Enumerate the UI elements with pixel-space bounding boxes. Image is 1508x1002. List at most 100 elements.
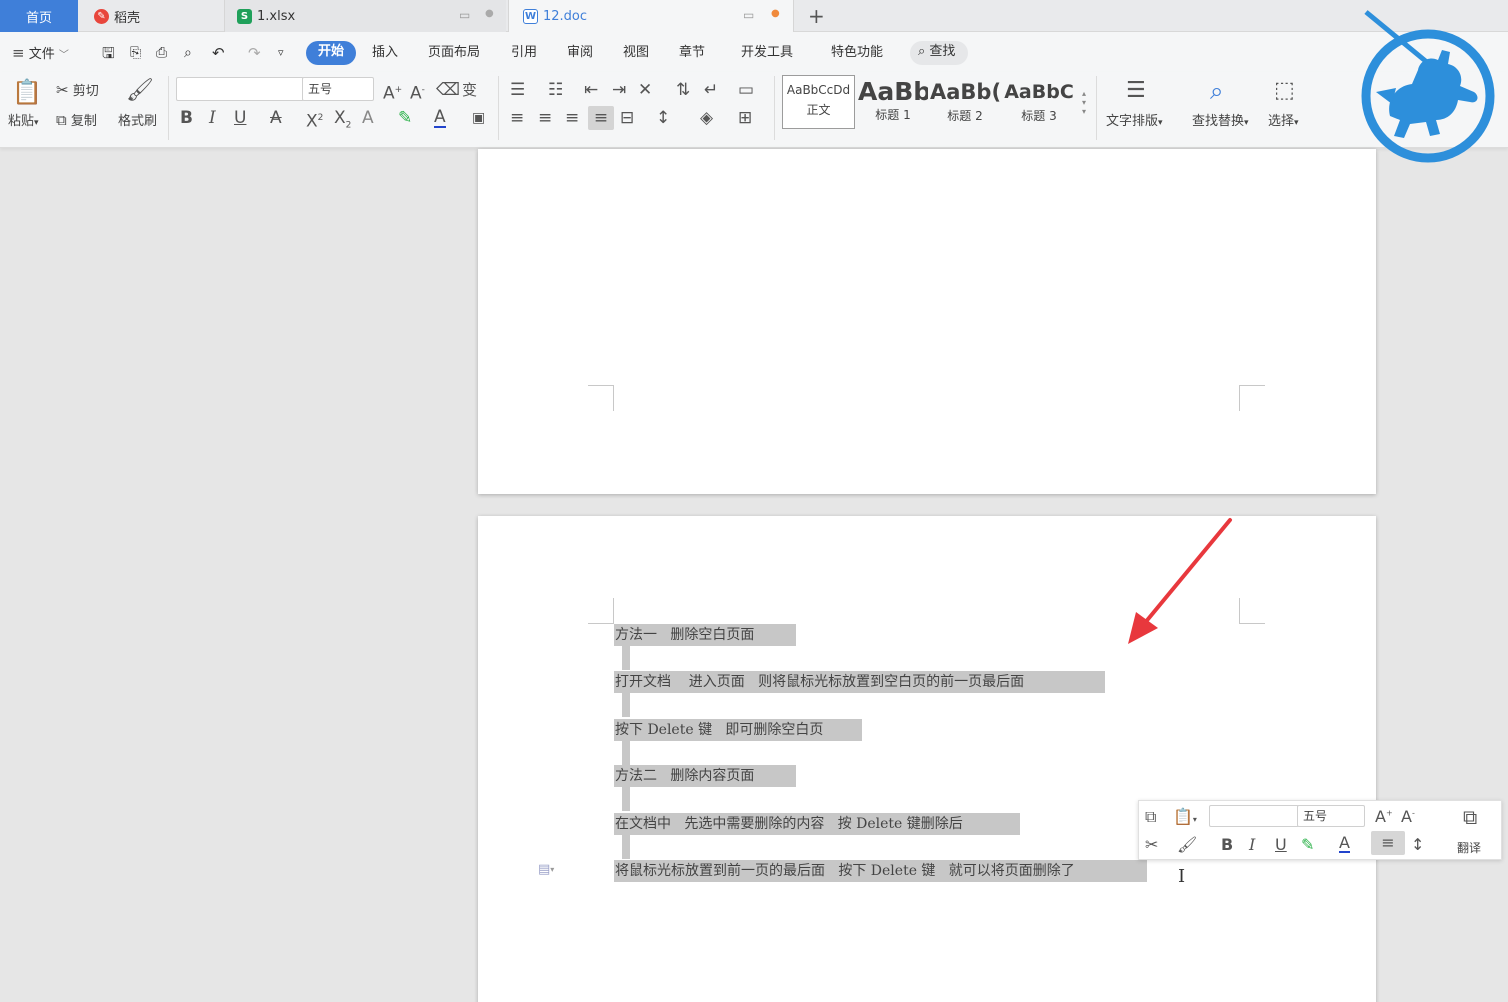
menu-tab-section[interactable]: 章节 (679, 42, 705, 64)
justify-icon[interactable]: ≡ (588, 106, 614, 130)
highlight-icon[interactable]: ✎ (398, 108, 412, 128)
doc-line[interactable]: 将鼠标光标放置到前一页的最后面 按下 Delete 键 就可以将页面删除了 (614, 860, 1147, 882)
align-center-icon[interactable]: ≡ (538, 108, 552, 128)
table-icon[interactable]: ▭ (738, 80, 754, 100)
style-heading-3[interactable]: AaBbC 标题 3 (1003, 75, 1075, 129)
align-right-icon[interactable]: ≡ (565, 108, 579, 128)
find-replace-button[interactable]: 查找替换▾ (1192, 110, 1249, 129)
print-preview-icon[interactable]: ⌕ (184, 42, 192, 64)
shading-icon[interactable]: ◈ (700, 108, 713, 128)
format-painter-icon[interactable]: 🖌 (126, 78, 154, 104)
sort-icon[interactable]: ⇅ (676, 80, 690, 100)
paste-icon[interactable]: 📋▾ (1173, 807, 1197, 826)
paste-icon[interactable]: 📋 (12, 78, 42, 106)
text-layout-button[interactable]: 文字排版▾ (1106, 110, 1163, 129)
shrink-font-icon[interactable]: A- (1401, 807, 1415, 826)
char-border-icon[interactable]: ▣ (472, 108, 485, 128)
highlight-icon[interactable]: ✎ (1301, 835, 1314, 854)
justify-icon[interactable]: ≡ (1371, 831, 1405, 855)
bullet-list-icon[interactable]: ☰ (510, 80, 525, 100)
underline-icon[interactable]: U (234, 108, 246, 128)
text-effect-icon[interactable]: A (362, 108, 374, 128)
tab-docer[interactable]: ✎ 稻壳 (80, 0, 222, 32)
bold-icon[interactable]: B (180, 108, 193, 128)
tab-xlsx[interactable]: S 1.xlsx ▭ ● (224, 0, 506, 32)
doc-line[interactable]: 打开文档 进入页面 则将鼠标光标放置到空白页的前一页最后面 (614, 671, 1105, 693)
line-spacing-icon[interactable]: ↕ (1411, 835, 1424, 854)
bold-icon[interactable]: B (1221, 835, 1233, 854)
font-color-icon[interactable]: A (1339, 835, 1350, 853)
scissors-icon[interactable]: ✂ (1145, 835, 1158, 854)
format-painter-button[interactable]: 格式刷 (118, 110, 157, 129)
tab-doc[interactable]: W 12.doc ▭ ● (508, 0, 794, 32)
paragraph-handle-icon[interactable]: ▤ ▾ (538, 862, 554, 877)
align-left-icon[interactable]: ≡ (510, 108, 524, 128)
select-cursor-icon[interactable]: ⬚ (1274, 78, 1295, 104)
find-replace-icon[interactable]: ⌕ (1210, 78, 1223, 104)
superscript-icon[interactable]: X2 (306, 108, 323, 132)
mini-font-size-dropdown[interactable]: 五号 (1297, 805, 1365, 827)
file-menu[interactable]: ≡ 文件 ﹀ (12, 42, 69, 64)
screen-icon[interactable]: ▭ (743, 8, 754, 22)
doc-line[interactable]: 在文档中 先选中需要删除的内容 按 Delete 键删除后 (614, 813, 1020, 835)
decrease-indent-icon[interactable]: ⇤ (584, 80, 598, 100)
clear-format-icon[interactable]: ⌫ (436, 80, 460, 100)
distributed-icon[interactable]: ⊟ (620, 108, 634, 128)
font-name-dropdown[interactable] (176, 77, 304, 101)
borders-icon[interactable]: ⊞ (738, 108, 752, 128)
undo-icon[interactable]: ↶ (212, 42, 225, 64)
tab-dot-icon[interactable]: ● (485, 8, 494, 19)
font-color-icon[interactable]: A (434, 108, 446, 128)
document-page-2[interactable] (478, 516, 1376, 1002)
grow-font-icon[interactable]: A+ (1375, 807, 1393, 826)
italic-icon[interactable]: I (1249, 835, 1255, 854)
doc-line[interactable]: 方法二 删除内容页面 (614, 765, 796, 787)
copy-icon[interactable]: ⧉ (1145, 807, 1156, 827)
search-box[interactable]: ⌕ 查找 (910, 41, 968, 65)
numbered-list-icon[interactable]: ☷ (548, 80, 563, 100)
grow-font-icon[interactable]: A+ (383, 80, 402, 104)
subscript-icon[interactable]: X2 (334, 108, 351, 135)
doc-line[interactable]: 方法一 删除空白页面 (614, 624, 796, 646)
menu-tab-developer[interactable]: 开发工具 (741, 42, 793, 64)
style-heading-1[interactable]: AaBb 标题 1 (858, 75, 928, 129)
mini-font-name-dropdown[interactable] (1209, 805, 1299, 827)
menu-tab-layout[interactable]: 页面布局 (428, 42, 480, 64)
menu-tab-special[interactable]: 特色功能 (831, 42, 883, 64)
export-icon[interactable]: ⎘ (130, 42, 141, 64)
shrink-font-icon[interactable]: A- (410, 80, 425, 104)
redo-icon[interactable]: ↷ (248, 42, 261, 64)
select-button[interactable]: 选择▾ (1268, 110, 1299, 129)
translate-icon[interactable]: ⧉ (1463, 805, 1477, 829)
format-painter-icon[interactable]: 🖌 (1177, 835, 1197, 854)
text-layout-icon[interactable]: ☰ (1126, 78, 1146, 104)
chinese-layout-icon[interactable]: ✕ (638, 80, 652, 100)
menu-tab-review[interactable]: 审阅 (567, 42, 593, 64)
translate-button[interactable]: 翻译 (1457, 839, 1481, 856)
style-normal[interactable]: AaBbCcDd 正文 (782, 75, 855, 129)
paste-button[interactable]: 粘贴▾ (8, 110, 39, 129)
save-icon[interactable]: 🖫 (102, 42, 115, 64)
increase-indent-icon[interactable]: ⇥ (612, 80, 626, 100)
menu-tab-insert[interactable]: 插入 (372, 42, 398, 64)
menu-tab-home[interactable]: 开始 (306, 41, 356, 65)
style-heading-2[interactable]: AaBb( 标题 2 (930, 75, 1000, 129)
tab-home[interactable]: 首页 (0, 0, 78, 32)
screen-icon[interactable]: ▭ (459, 8, 470, 22)
underline-icon[interactable]: U (1275, 835, 1287, 854)
new-tab-plus-icon[interactable]: + (808, 4, 825, 28)
font-size-dropdown[interactable]: 五号 (302, 77, 374, 101)
show-marks-icon[interactable]: ↵ (704, 80, 718, 100)
document-page-1[interactable] (478, 149, 1376, 494)
print-icon[interactable]: ⎙ (156, 42, 167, 64)
strikethrough-icon[interactable]: A (270, 108, 282, 128)
cut-button[interactable]: ✂ 剪切 (56, 80, 99, 99)
copy-button[interactable]: ⧉ 复制 (56, 110, 97, 129)
styles-scroll-icon[interactable]: ▴ ▾ ▾ (1078, 78, 1090, 126)
menu-tab-references[interactable]: 引用 (511, 42, 537, 64)
italic-icon[interactable]: I (209, 108, 216, 128)
customize-icon[interactable]: ▿ (278, 42, 284, 64)
doc-line[interactable]: 按下 Delete 键 即可删除空白页 (614, 719, 862, 741)
line-spacing-icon[interactable]: ↕ (656, 108, 670, 128)
phonetic-guide-icon[interactable]: 变 (462, 80, 477, 100)
